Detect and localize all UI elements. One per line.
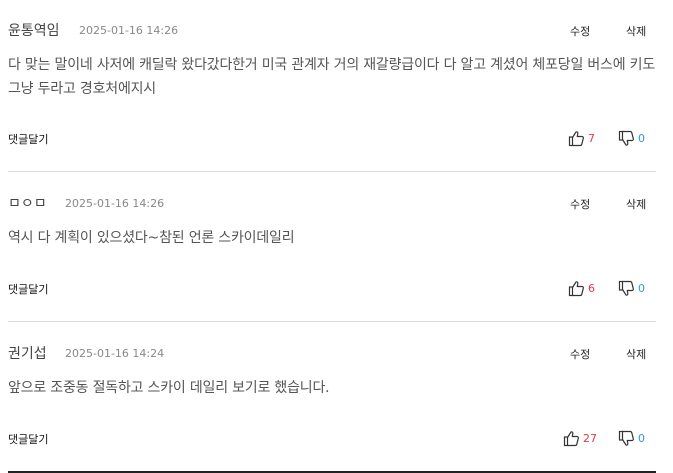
like-count: 27	[583, 432, 597, 445]
comment-author: 윤통역임	[8, 23, 60, 39]
dislike-button[interactable]: 0	[618, 130, 645, 147]
like-button[interactable]: 7	[568, 130, 595, 147]
thumbs-down-icon	[618, 280, 634, 296]
like-count: 6	[588, 282, 595, 295]
comment-date: 2025-01-16 14:26	[65, 197, 165, 210]
like-count: 7	[588, 132, 595, 145]
thumbs-down-icon	[618, 430, 634, 446]
comment-item: ㅁㅇㅁ 2025-01-16 14:26 수정 삭제 역시 다 계획이 있으셨다…	[0, 172, 673, 322]
thumbs-up-icon	[563, 431, 579, 447]
edit-button[interactable]: 수정	[570, 196, 590, 212]
delete-button[interactable]: 삭제	[626, 346, 646, 362]
thumbs-down-icon	[618, 130, 634, 146]
edit-button[interactable]: 수정	[570, 23, 590, 39]
dislike-count: 0	[638, 282, 645, 295]
comment-date: 2025-01-16 14:24	[65, 347, 165, 360]
comment-text: 앞으로 조중동 절독하고 스카이 데일리 보기로 했습니다.	[8, 380, 330, 396]
comment-item: 권기섭 2025-01-16 14:24 수정 삭제 앞으로 조중동 절독하고 …	[0, 322, 673, 472]
comment-item: 윤통역임 2025-01-16 14:26 수정 삭제 다 맞는 말이네 사저에…	[0, 0, 673, 150]
dislike-count: 0	[638, 132, 645, 145]
like-button[interactable]: 27	[563, 430, 597, 447]
comment-text: 다 맞는 말이네 사저에 캐딜락 왔다갔다한거 미국 관계자 거의 재갈량급이다…	[8, 57, 656, 97]
like-button[interactable]: 6	[568, 280, 595, 297]
dislike-button[interactable]: 0	[618, 280, 645, 297]
delete-button[interactable]: 삭제	[626, 196, 646, 212]
comment-text: 역시 다 계획이 있으셨다~참된 언론 스카이데일리	[8, 230, 295, 246]
edit-button[interactable]: 수정	[570, 346, 590, 362]
dislike-button[interactable]: 0	[618, 430, 645, 447]
comment-author: 권기섭	[8, 346, 47, 362]
reply-button[interactable]: 댓글달기	[8, 131, 48, 147]
comment-date: 2025-01-16 14:26	[79, 24, 179, 37]
thumbs-up-icon	[568, 131, 584, 147]
comment-author: ㅁㅇㅁ	[8, 196, 47, 212]
dislike-count: 0	[638, 432, 645, 445]
delete-button[interactable]: 삭제	[626, 23, 646, 39]
reply-button[interactable]: 댓글달기	[8, 281, 48, 297]
thumbs-up-icon	[568, 281, 584, 297]
reply-button[interactable]: 댓글달기	[8, 431, 48, 447]
